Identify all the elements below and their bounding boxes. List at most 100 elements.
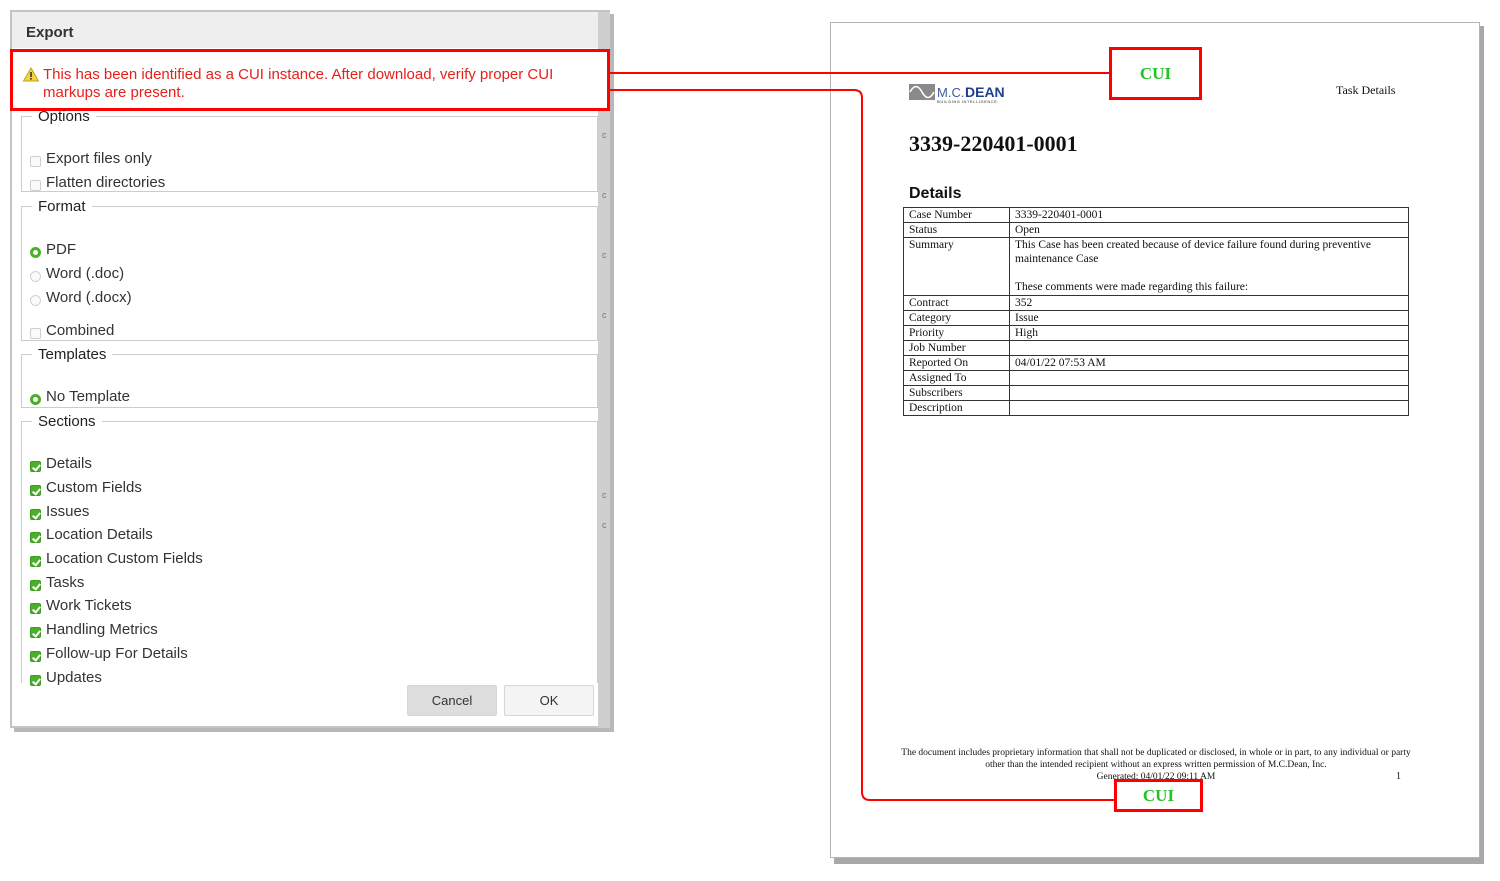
section-location-details-checkbox[interactable]: Location Details: [30, 526, 153, 543]
case-number-title: 3339-220401-0001: [909, 131, 1078, 156]
section-label: Work Tickets: [46, 597, 132, 614]
table-row: Status Open: [903, 222, 1409, 238]
format-group: Format PDF Word (.doc) Word (.docx) Comb…: [21, 198, 598, 341]
radio-selected-icon[interactable]: [30, 393, 41, 405]
table-row: Subscribers: [903, 385, 1409, 401]
radio-unselected-icon[interactable]: [30, 294, 41, 306]
row-value: [1009, 400, 1409, 416]
section-label: Updates: [46, 669, 102, 686]
templates-group: Templates No Template: [21, 346, 598, 408]
row-key: Category: [903, 310, 1010, 326]
options-legend: Options: [38, 108, 90, 125]
table-row: Case Number 3339-220401-0001: [903, 207, 1409, 223]
flatten-directories-checkbox[interactable]: Flatten directories: [30, 174, 165, 191]
cancel-button[interactable]: Cancel: [407, 685, 497, 716]
section-custom-fields-checkbox[interactable]: Custom Fields: [30, 479, 142, 496]
format-pdf-radio[interactable]: PDF: [30, 241, 76, 258]
format-doc-radio[interactable]: Word (.doc): [30, 265, 124, 282]
dialog-scrollbar[interactable]: cccccc: [598, 12, 610, 728]
checkbox-checked-icon[interactable]: [30, 626, 41, 638]
row-key: Status: [903, 222, 1010, 238]
row-value: [1009, 370, 1409, 386]
sections-group: Sections Details Custom Fields Issues Lo…: [21, 413, 598, 686]
page-footer: The document includes proprietary inform…: [891, 747, 1421, 783]
checkbox-checked-icon[interactable]: [30, 484, 41, 496]
row-value: 352: [1009, 295, 1409, 311]
logo-tagline: BUILDING INTELLIGENCE: [937, 99, 997, 104]
checkbox-checked-icon[interactable]: [30, 674, 41, 686]
checkbox-unchecked-icon[interactable]: [30, 327, 41, 339]
section-label: Issues: [46, 503, 90, 520]
section-label: Follow-up For Details: [46, 645, 188, 662]
radio-unselected-icon[interactable]: [30, 270, 41, 282]
combined-checkbox[interactable]: Combined: [30, 322, 114, 339]
table-row: Description: [903, 400, 1409, 416]
checkbox-checked-icon[interactable]: [30, 555, 41, 567]
no-template-radio[interactable]: No Template: [30, 388, 130, 405]
mc-dean-logo: M.C. DEAN BUILDING INTELLIGENCE: [909, 84, 1005, 104]
checkbox-checked-icon[interactable]: [30, 460, 41, 472]
radio-label: PDF: [46, 241, 76, 258]
row-value: Issue: [1009, 310, 1409, 326]
checkbox-checked-icon[interactable]: [30, 579, 41, 591]
export-files-only-checkbox[interactable]: Export files only: [30, 150, 152, 167]
section-label: Custom Fields: [46, 479, 142, 496]
table-row: Priority High: [903, 325, 1409, 341]
option-label: Combined: [46, 322, 115, 339]
checkbox-checked-icon[interactable]: [30, 602, 41, 614]
logo-brand-light: M.C.: [937, 85, 964, 100]
templates-legend: Templates: [38, 346, 107, 363]
section-label: Location Details: [46, 526, 153, 543]
row-value: Open: [1009, 222, 1409, 238]
options-group: Options Export files only Flatten direct…: [21, 108, 598, 192]
row-value: [1009, 340, 1409, 356]
section-work-tickets-checkbox[interactable]: Work Tickets: [30, 597, 132, 614]
section-issues-checkbox[interactable]: Issues: [30, 503, 89, 520]
table-row: Job Number: [903, 340, 1409, 356]
cui-warning-banner: This has been identified as a CUI instan…: [10, 49, 610, 111]
checkbox-checked-icon[interactable]: [30, 508, 41, 520]
pdf-page-preview: M.C. DEAN BUILDING INTELLIGENCE Task Det…: [830, 22, 1480, 858]
page-number: 1: [1396, 771, 1401, 782]
cui-warning-text: This has been identified as a CUI instan…: [43, 66, 554, 101]
summary-comments-text: These comments were made regarding this …: [1015, 281, 1249, 293]
section-updates-checkbox[interactable]: Updates: [30, 669, 102, 686]
checkbox-unchecked-icon[interactable]: [30, 155, 41, 167]
cui-marking-top: CUI: [1109, 47, 1202, 100]
row-key: Description: [903, 400, 1010, 416]
format-legend: Format: [38, 198, 86, 215]
section-label: Details: [46, 455, 92, 472]
section-follow-up-checkbox[interactable]: Follow-up For Details: [30, 645, 188, 662]
table-row: Category Issue: [903, 310, 1409, 326]
row-key: Priority: [903, 325, 1010, 341]
table-row: Summary This Case has been created becau…: [903, 237, 1409, 296]
row-value: 3339-220401-0001: [1009, 207, 1409, 223]
radio-selected-icon[interactable]: [30, 246, 41, 258]
checkbox-checked-icon[interactable]: [30, 531, 41, 543]
radio-label: Word (.docx): [46, 289, 132, 306]
section-location-custom-fields-checkbox[interactable]: Location Custom Fields: [30, 550, 203, 567]
cui-marking-bottom: CUI: [1114, 779, 1203, 812]
section-handling-metrics-checkbox[interactable]: Handling Metrics: [30, 621, 158, 638]
row-key: Reported On: [903, 355, 1010, 371]
checkbox-checked-icon[interactable]: [30, 650, 41, 662]
warning-triangle-icon: [23, 67, 39, 82]
row-key: Contract: [903, 295, 1010, 311]
table-row: Reported On 04/01/22 07:53 AM: [903, 355, 1409, 371]
checkbox-unchecked-icon[interactable]: [30, 179, 41, 191]
radio-label: No Template: [46, 388, 130, 405]
summary-text: This Case has been created because of de…: [1015, 239, 1372, 265]
row-value: [1009, 385, 1409, 401]
table-row: Assigned To: [903, 370, 1409, 386]
export-dialog: cccccc Export This has been identified a…: [10, 10, 610, 728]
section-tasks-checkbox[interactable]: Tasks: [30, 574, 84, 591]
details-heading: Details: [909, 185, 962, 202]
section-label: Tasks: [46, 574, 85, 591]
radio-label: Word (.doc): [46, 265, 125, 282]
row-key: Summary: [903, 237, 1010, 296]
section-details-checkbox[interactable]: Details: [30, 455, 92, 472]
ok-button[interactable]: OK: [504, 685, 594, 716]
format-docx-radio[interactable]: Word (.docx): [30, 289, 132, 306]
row-value: High: [1009, 325, 1409, 341]
table-row: Contract 352: [903, 295, 1409, 311]
